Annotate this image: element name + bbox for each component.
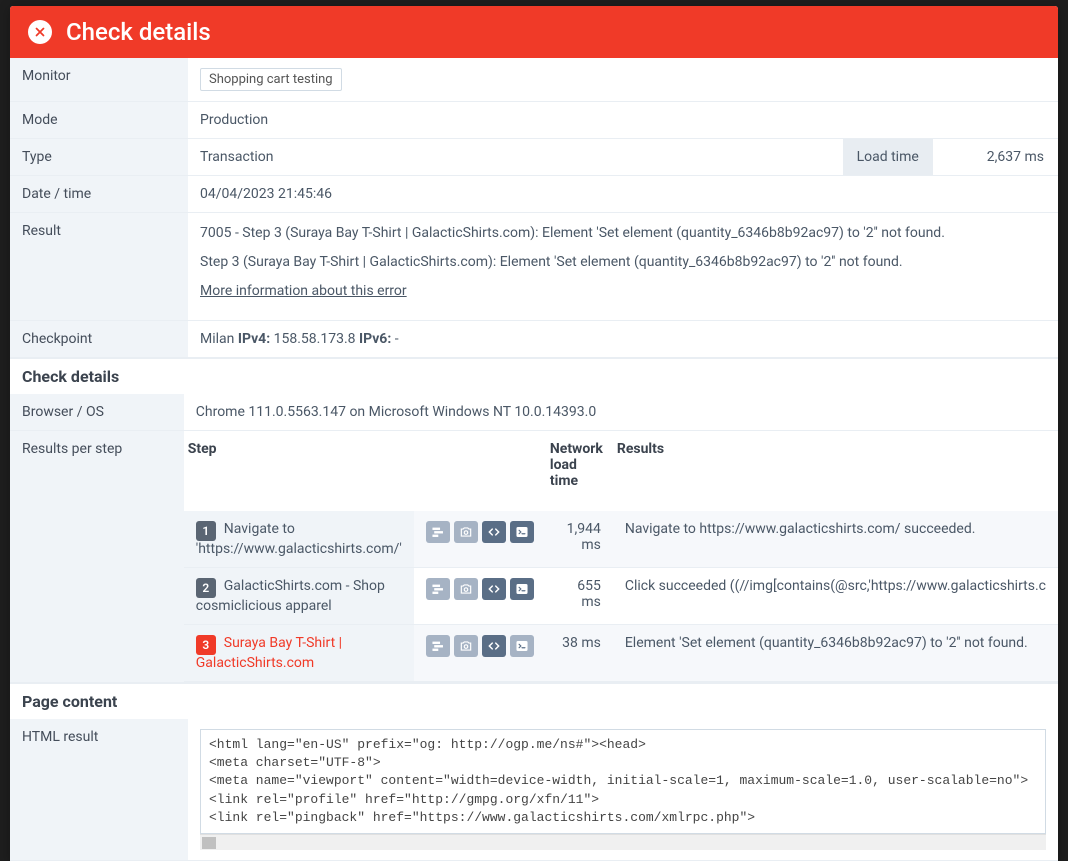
step-result: Click succeeded ((//img[contains(@src,'h… (613, 568, 1058, 625)
step-result: Navigate to https://www.galacticshirts.c… (613, 511, 1058, 568)
step-time: 655 ms (546, 568, 613, 625)
step-number-badge: 3 (196, 635, 216, 655)
console-icon[interactable] (510, 578, 534, 600)
col-network: Network load time (546, 431, 613, 511)
loadtime-value: 2,637 ms (973, 139, 1058, 175)
table-row: 2 GalacticShirts.com - Shop cosmicliciou… (184, 568, 1058, 625)
value-browseros: Chrome 111.0.5563.147 on Microsoft Windo… (184, 394, 1058, 431)
label-html-result: HTML result (10, 719, 188, 860)
camera-icon[interactable] (454, 521, 478, 543)
table-row: 1 Navigate to 'https://www.galacticshirt… (184, 511, 1058, 568)
close-icon[interactable] (28, 20, 52, 44)
step-time: 1,944 ms (546, 511, 613, 568)
camera-icon[interactable] (454, 578, 478, 600)
value-mode: Production (188, 102, 1058, 139)
waterfall-icon[interactable] (426, 578, 450, 600)
step-icon-bar (426, 578, 534, 600)
step-label[interactable]: Suraya Bay T-Shirt | (224, 635, 342, 651)
more-info-link[interactable]: More information about this error (200, 283, 407, 299)
step-label-line2[interactable]: 'https://www.galacticshirts.com/' (196, 541, 402, 557)
steps-table: Step Network load time Results 1 Navigat… (184, 431, 1058, 682)
modal-header: Check details (10, 6, 1058, 58)
label-browseros: Browser / OS (10, 394, 184, 431)
value-type: Transaction (200, 139, 274, 175)
step-icon-bar (426, 521, 534, 543)
step-number-badge: 1 (196, 521, 216, 541)
monitor-tag[interactable]: Shopping cart testing (200, 68, 342, 91)
section-check-details: Check details (10, 358, 1058, 394)
col-step: Step (184, 431, 414, 511)
section-page-content: Page content (10, 683, 1058, 719)
label-datetime: Date / time (10, 176, 188, 213)
code-icon[interactable] (482, 521, 506, 543)
step-label[interactable]: GalacticShirts.com - Shop (224, 578, 385, 594)
modal-title: Check details (66, 18, 211, 46)
camera-icon[interactable] (454, 635, 478, 657)
table-row: 3 Suraya Bay T-Shirt | GalacticShirts.co… (184, 625, 1058, 682)
step-number-badge: 2 (196, 578, 216, 598)
horizontal-scrollbar[interactable] (200, 834, 1046, 850)
summary-table: Monitor Shopping cart testing Mode Produ… (10, 58, 1058, 358)
pagecontent-table: HTML result <html lang="en-US" prefix="o… (10, 719, 1058, 861)
loadtime-label: Load time (843, 139, 933, 175)
label-type: Type (10, 139, 188, 176)
console-icon[interactable] (510, 521, 534, 543)
code-icon[interactable] (482, 578, 506, 600)
details-table: Browser / OS Chrome 111.0.5563.147 on Mi… (10, 394, 1058, 683)
value-checkpoint: Milan IPv4: 158.58.173.8 IPv6: - (188, 321, 1058, 358)
step-label-line2[interactable]: cosmiclicious apparel (196, 598, 402, 614)
html-result-code[interactable]: <html lang="en-US" prefix="og: http://og… (200, 729, 1046, 834)
label-result: Result (10, 213, 188, 321)
result-text: 7005 - Step 3 (Suraya Bay T-Shirt | Gala… (200, 223, 1046, 302)
step-label-line2[interactable]: GalacticShirts.com (196, 655, 402, 671)
check-details-modal: Check details Monitor Shopping cart test… (10, 6, 1058, 861)
label-monitor: Monitor (10, 58, 188, 102)
label-results-per-step: Results per step (10, 431, 184, 683)
console-icon[interactable] (510, 635, 534, 657)
value-datetime: 04/04/2023 21:45:46 (188, 176, 1058, 213)
waterfall-icon[interactable] (426, 635, 450, 657)
step-label[interactable]: Navigate to (224, 521, 295, 537)
col-results: Results (613, 431, 1058, 511)
step-time: 38 ms (546, 625, 613, 682)
label-checkpoint: Checkpoint (10, 321, 188, 358)
step-icon-bar (426, 635, 534, 657)
waterfall-icon[interactable] (426, 521, 450, 543)
code-icon[interactable] (482, 635, 506, 657)
label-mode: Mode (10, 102, 188, 139)
step-result: Element 'Set element (quantity_6346b8b92… (613, 625, 1058, 682)
